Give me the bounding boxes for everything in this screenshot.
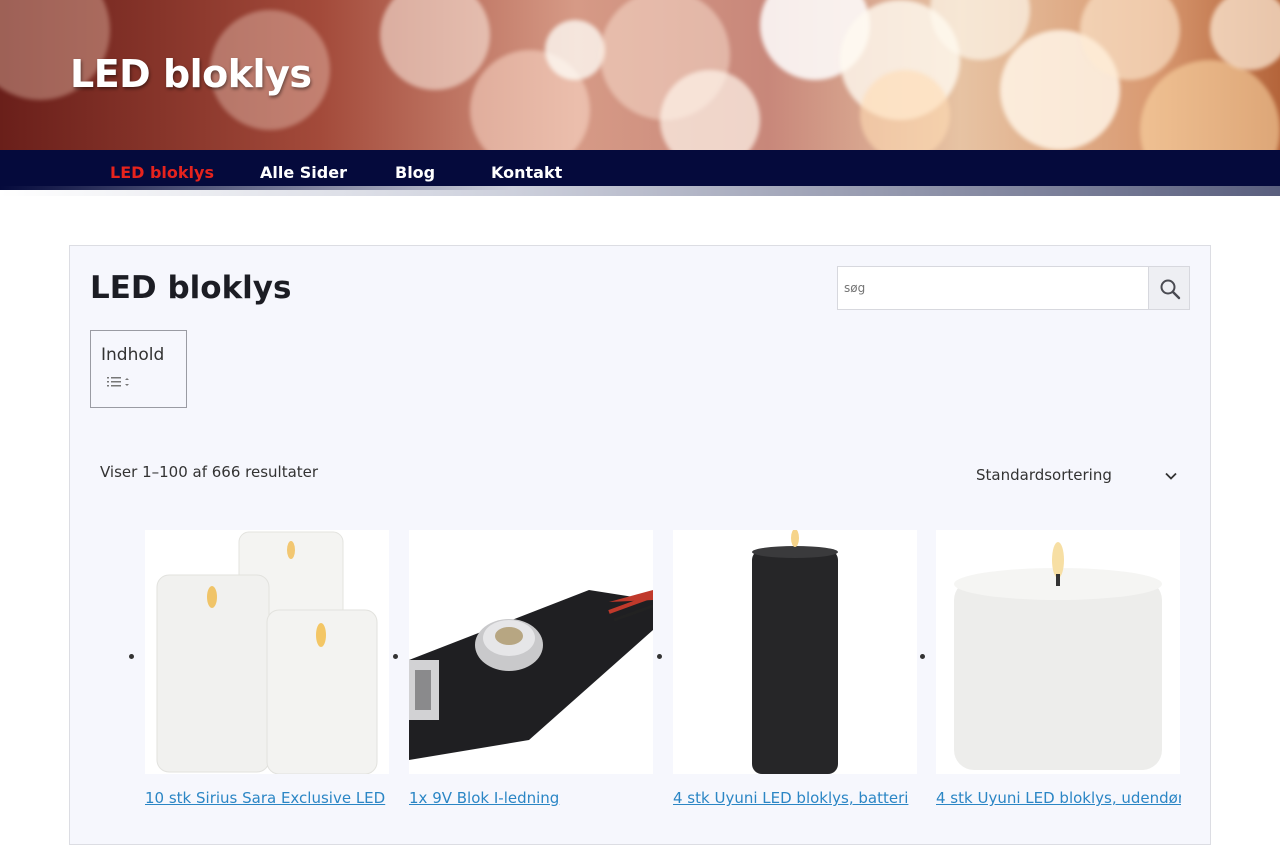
product-title[interactable]: 1x 9V Blok I-ledning	[409, 789, 654, 807]
toc-title: Indhold	[101, 345, 165, 365]
list-bullet	[920, 654, 925, 659]
chevron-down-icon[interactable]	[1164, 469, 1178, 483]
product-image[interactable]	[673, 530, 917, 774]
product-image[interactable]	[936, 530, 1180, 774]
header-banner: LED bloklys	[0, 0, 1280, 150]
site-title[interactable]: LED bloklys	[70, 52, 312, 96]
list-bullet	[129, 654, 134, 659]
sort-dropdown[interactable]: Standardsortering	[976, 466, 1186, 484]
search-input[interactable]	[837, 266, 1149, 310]
nav-divider	[0, 186, 1280, 196]
page-title: LED bloklys	[90, 270, 292, 306]
list-toggle-icon[interactable]	[105, 375, 135, 389]
product-image[interactable]	[409, 530, 653, 774]
search-button[interactable]	[1148, 266, 1190, 310]
search-icon	[1160, 279, 1181, 300]
list-bullet	[657, 654, 662, 659]
result-count: Viser 1–100 af 666 resultater	[100, 463, 319, 481]
table-of-contents[interactable]: Indhold	[90, 330, 187, 408]
list-bullet	[393, 654, 398, 659]
product-title[interactable]: 4 stk Uyuni LED bloklys, udendørs	[936, 789, 1181, 807]
nav-item-blog[interactable]: Blog	[395, 163, 435, 182]
product-title[interactable]: 4 stk Uyuni LED bloklys, batteri	[673, 789, 918, 807]
product-title[interactable]: 10 stk Sirius Sara Exclusive LED	[145, 789, 390, 807]
product-image[interactable]	[145, 530, 389, 774]
content-area: LED bloklys Indhold Viser 1–100 af 666 r…	[69, 245, 1211, 845]
nav-item-led-bloklys[interactable]: LED bloklys	[110, 163, 214, 182]
nav-item-alle-sider[interactable]: Alle Sider	[260, 163, 347, 182]
nav-item-kontakt[interactable]: Kontakt	[491, 163, 562, 182]
